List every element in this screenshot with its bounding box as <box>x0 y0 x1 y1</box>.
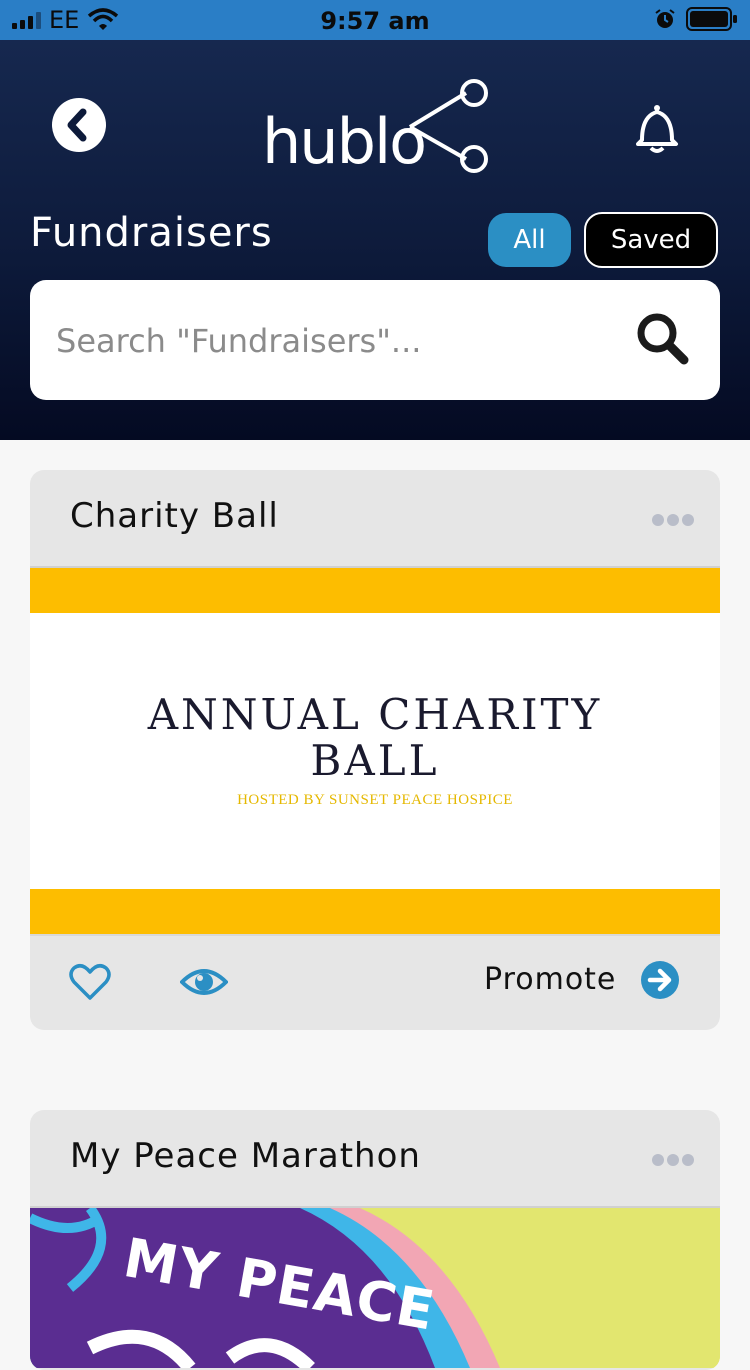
share-icon <box>408 79 488 173</box>
poster-title: ANNUAL CHARITY BALL <box>30 692 720 784</box>
page-title: Fundraisers <box>30 210 273 256</box>
status-bar: EE 9:57 am <box>0 0 750 40</box>
app-header: hublo Fundraisers All Saved <box>0 40 750 440</box>
bell-icon[interactable] <box>632 102 682 156</box>
eye-icon[interactable] <box>180 962 228 1002</box>
fundraiser-card[interactable]: Charity Ball ANNUAL CHARITY BALL HOSTED … <box>30 470 720 1030</box>
arrow-right-icon[interactable] <box>640 960 680 1000</box>
fundraiser-poster[interactable]: ANNUAL CHARITY BALL HOSTED BY SUNSET PEA… <box>30 568 720 934</box>
fundraiser-card[interactable]: My Peace Marathon MY PEACE <box>30 1110 720 1370</box>
more-options-icon[interactable] <box>652 1154 694 1166</box>
status-right <box>654 7 738 31</box>
back-button[interactable] <box>52 98 106 152</box>
search-bar <box>30 280 720 400</box>
poster-title-line1: ANNUAL CHARITY <box>147 690 603 739</box>
card-title[interactable]: My Peace Marathon <box>70 1136 421 1176</box>
battery-icon <box>686 7 737 31</box>
card-header: My Peace Marathon <box>30 1110 720 1208</box>
poster-subtitle: HOSTED BY SUNSET PEACE HOSPICE <box>237 792 513 808</box>
heart-icon[interactable] <box>68 960 112 1004</box>
hublo-logo: hublo <box>262 75 492 185</box>
tab-saved[interactable]: Saved <box>584 212 718 268</box>
card-header: Charity Ball <box>30 470 720 568</box>
card-title[interactable]: Charity Ball <box>70 496 279 536</box>
poster-band-bottom <box>30 889 720 934</box>
poster-band-top <box>30 568 720 613</box>
promote-label[interactable]: Promote <box>484 962 616 997</box>
fundraiser-poster[interactable]: MY PEACE <box>30 1208 720 1368</box>
more-options-icon[interactable] <box>652 514 694 526</box>
search-input[interactable] <box>54 310 618 372</box>
card-footer: Promote <box>30 934 720 1030</box>
poster-title-line2: BALL <box>310 736 440 785</box>
status-time: 9:57 am <box>320 7 430 35</box>
tab-all[interactable]: All <box>488 213 571 267</box>
chevron-left-icon <box>67 108 87 142</box>
search-icon[interactable] <box>632 308 692 368</box>
alarm-icon <box>655 9 675 28</box>
